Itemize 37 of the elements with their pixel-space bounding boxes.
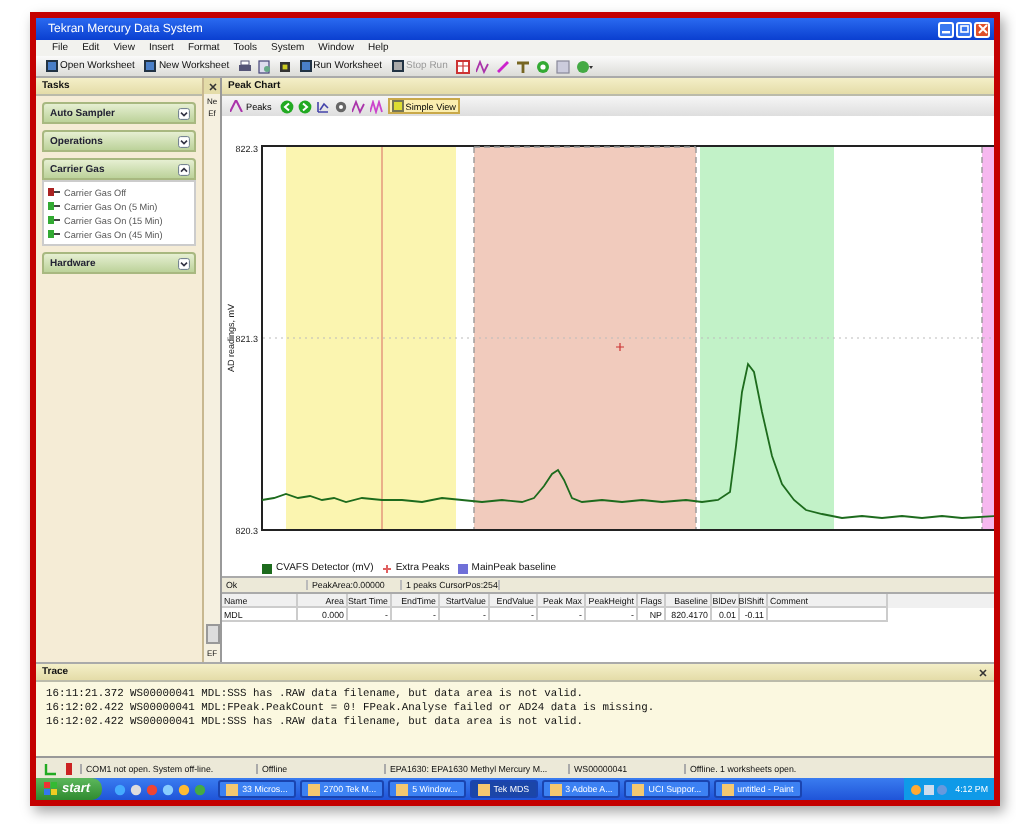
window-icon — [477, 783, 490, 795]
maximize-button[interactable] — [956, 21, 972, 37]
peak-icon — [230, 100, 244, 112]
connection-icon — [44, 761, 58, 775]
printer-icon[interactable] — [237, 59, 252, 73]
close-button[interactable] — [974, 21, 990, 37]
table-cell — [768, 608, 888, 622]
document-icon — [144, 60, 157, 72]
minimize-button[interactable] — [938, 21, 954, 37]
chip-icon[interactable] — [277, 59, 292, 73]
chevron-icon[interactable] — [178, 257, 190, 269]
pencil-icon[interactable] — [495, 59, 510, 73]
document-icon — [299, 60, 312, 72]
back-icon[interactable] — [279, 99, 294, 113]
chevron-icon[interactable] — [178, 135, 190, 147]
window-icon — [307, 783, 320, 795]
window-icon — [632, 783, 645, 795]
peak-icon[interactable] — [475, 59, 490, 73]
plug-icon — [64, 761, 74, 775]
restore-icon — [959, 24, 969, 34]
scrollbar[interactable] — [205, 624, 219, 644]
chevron-icon[interactable] — [178, 163, 190, 175]
chevron-icon[interactable] — [178, 107, 190, 119]
window-icon — [396, 783, 409, 795]
windows-logo-icon — [44, 782, 58, 796]
window-icon — [721, 783, 734, 795]
chart-icon[interactable] — [315, 99, 330, 113]
tray-icons-drawing — [909, 783, 950, 795]
preview-icon[interactable] — [257, 59, 272, 73]
document-icon — [46, 60, 58, 72]
window-icon — [226, 783, 239, 795]
forward-icon[interactable] — [297, 99, 312, 113]
table-icon[interactable] — [455, 59, 470, 73]
close-icon[interactable] — [978, 667, 988, 677]
close-icon — [977, 24, 987, 34]
view-icon — [391, 100, 404, 112]
window-icon — [549, 783, 562, 795]
